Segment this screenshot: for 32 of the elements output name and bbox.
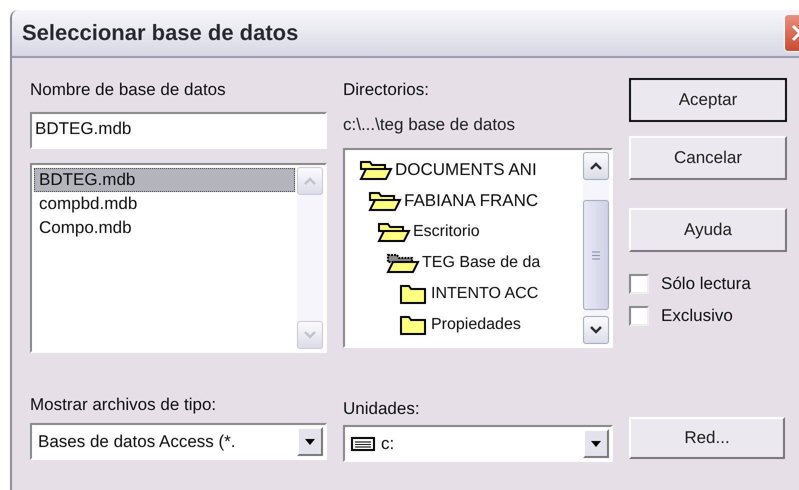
file-item[interactable]: BDTEG.mdb: [34, 168, 295, 192]
folder-name[interactable]: FABIANA FRANC: [404, 190, 538, 210]
dropdown-arrow-icon: [304, 438, 316, 446]
window-title: Seleccionar base de datos: [22, 20, 298, 46]
dialog-button[interactable]: Ayuda: [629, 208, 787, 252]
checkbox[interactable]: [629, 274, 649, 294]
network-button[interactable]: Red...: [629, 417, 785, 459]
grip-icon: [591, 250, 601, 260]
field-label: Unidades:: [343, 398, 421, 420]
field-label: Nombre de base de datos: [30, 79, 227, 101]
field-label: Mostrar archivos de tipo:: [30, 394, 218, 416]
folder-name[interactable]: DOCUMENTS ANI: [395, 160, 537, 180]
checkbox[interactable]: [629, 306, 649, 326]
folder-name[interactable]: Propiedades: [431, 316, 521, 334]
file-item[interactable]: Compo.mdb: [34, 216, 295, 240]
field-label: Directorios:: [343, 79, 430, 101]
checkbox-label[interactable]: Sólo lectura: [661, 274, 751, 294]
file-type-dropdown[interactable]: Bases de datos Access (*.: [30, 423, 327, 460]
checkbox-label[interactable]: Exclusivo: [661, 306, 733, 326]
dropdown-arrow-icon: [590, 440, 602, 448]
dialog-button[interactable]: Aceptar: [629, 78, 787, 122]
drive-icon: [351, 436, 375, 452]
folder-name[interactable]: INTENTO ACC: [431, 284, 538, 302]
name-field[interactable]: BDTEG.mdb: [30, 112, 327, 149]
folder-name[interactable]: Escritorio: [413, 222, 480, 240]
folder-name[interactable]: TEG Base de da: [422, 254, 540, 272]
scrollbar[interactable]: [583, 150, 611, 346]
dialog-button[interactable]: Cancelar: [629, 136, 787, 180]
scroll-thumb[interactable]: [583, 200, 609, 310]
file-item[interactable]: compbd.mdb: [34, 192, 295, 216]
drive-dropdown[interactable]: c:: [343, 425, 613, 462]
directory-path: c:\...\teg base de datos: [343, 114, 516, 136]
